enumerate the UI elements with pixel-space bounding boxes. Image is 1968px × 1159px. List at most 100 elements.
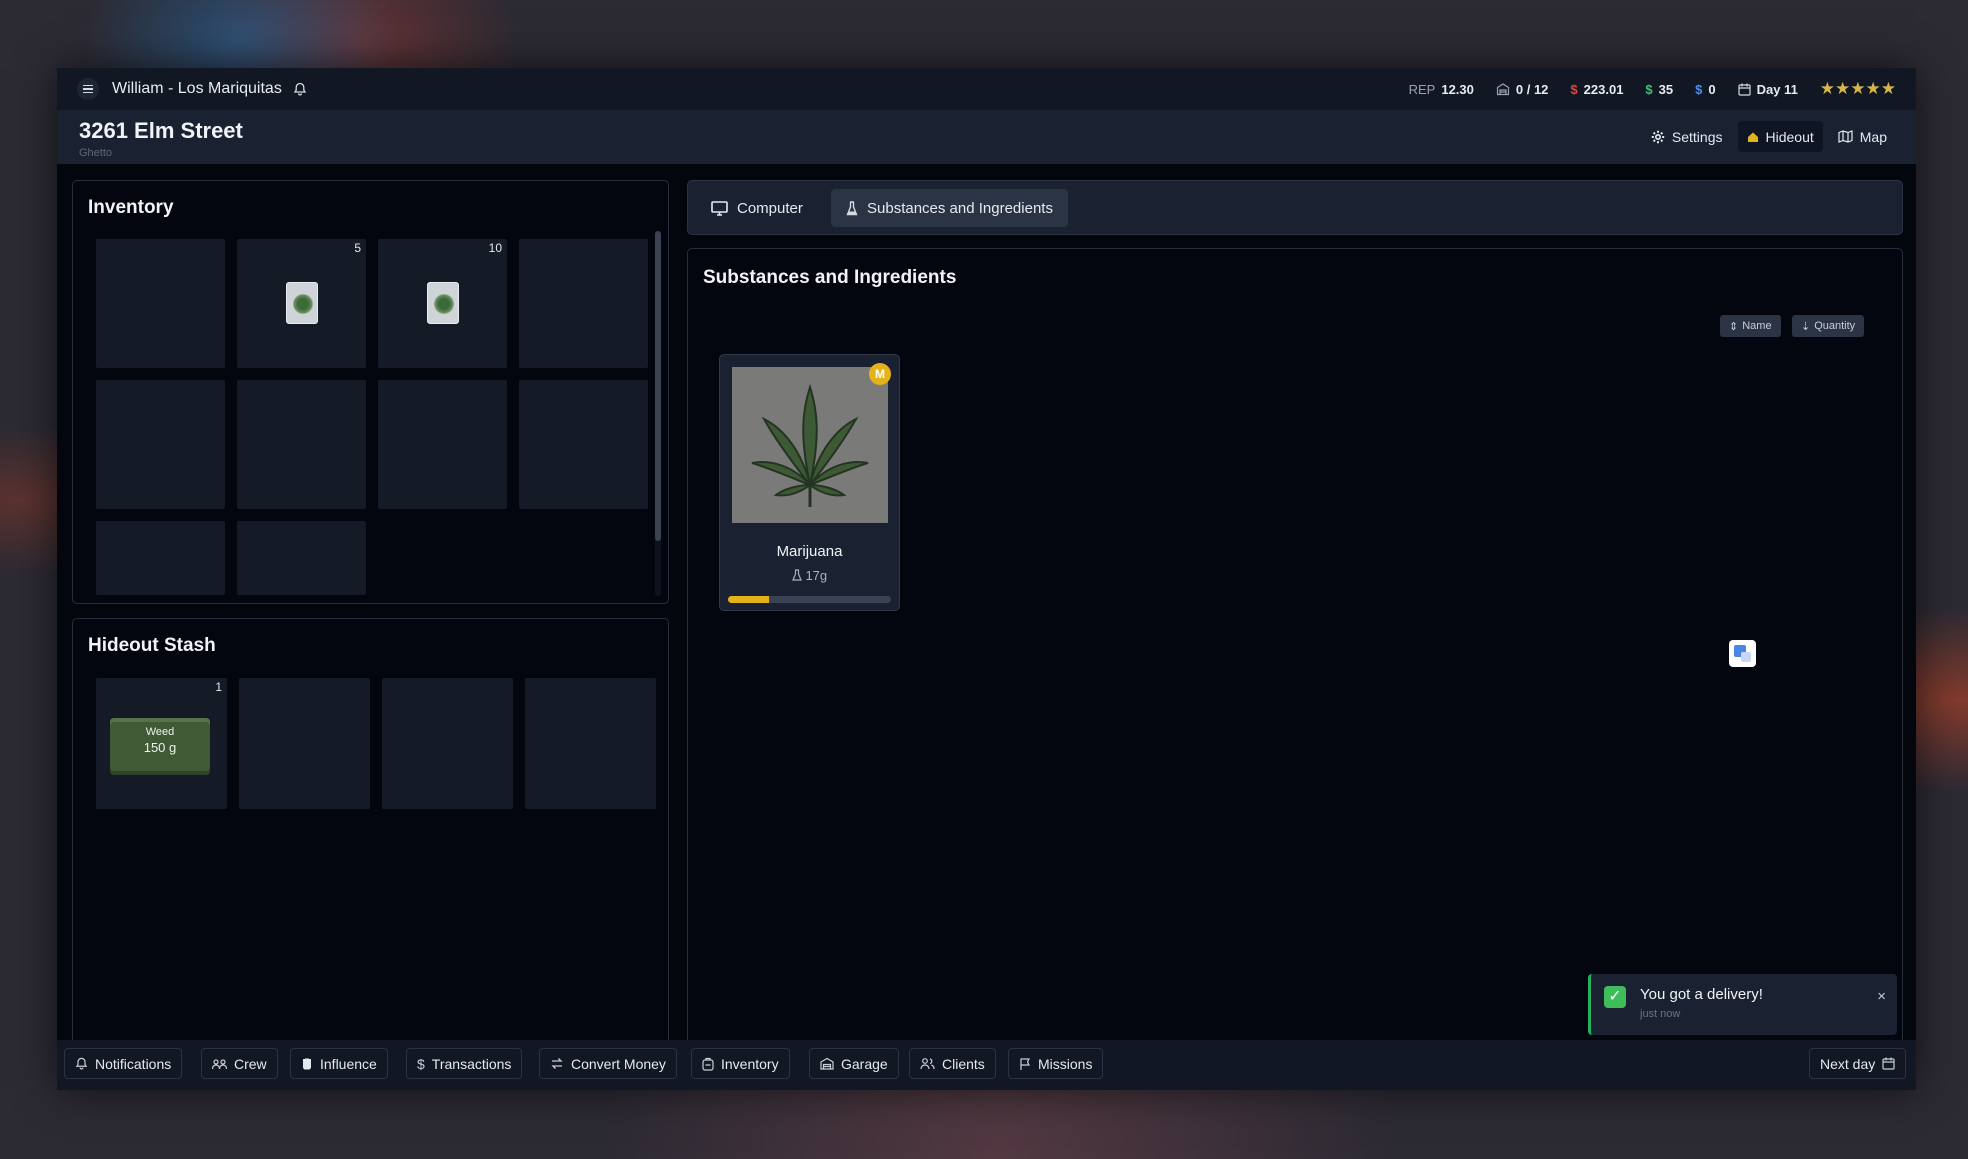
sort-quantity-button[interactable]: ⇣ Quantity — [1792, 315, 1865, 337]
calendar-icon — [1882, 1057, 1895, 1070]
notifications-button[interactable]: Notifications — [64, 1048, 183, 1079]
transactions-button[interactable]: $ Transactions — [406, 1048, 523, 1079]
hideout-label: Hideout — [1765, 128, 1814, 145]
green-cash-value: 35 — [1658, 81, 1674, 97]
check-icon: ✓ — [1604, 986, 1626, 1008]
dollar-icon-green: $ — [1645, 81, 1653, 97]
tab-computer-label: Computer — [737, 199, 803, 217]
blue-cash-value: 0 — [1708, 81, 1716, 97]
capacity-stat: 0 / 12 — [1496, 81, 1549, 97]
stash-slot[interactable] — [525, 678, 656, 809]
dollar-icon-blue: $ — [1695, 81, 1703, 97]
flask-icon — [791, 569, 802, 581]
inventory-slot[interactable] — [96, 380, 225, 509]
toast-time: just now — [1640, 1008, 1681, 1020]
inventory-slot[interactable] — [519, 380, 648, 509]
toast-title: You got a delivery! — [1640, 986, 1763, 1003]
calendar-icon — [1737, 83, 1751, 96]
garage-icon — [820, 1057, 834, 1070]
inventory-slot[interactable] — [237, 380, 366, 509]
delivery-toast: ✓ You got a delivery! just now × — [1588, 974, 1897, 1035]
sort-icon: ⇕ — [1729, 320, 1739, 333]
sort-name-button[interactable]: ⇕ Name — [1720, 315, 1781, 337]
dollar-icon-red: $ — [1570, 81, 1578, 97]
clients-button[interactable]: Clients — [909, 1048, 996, 1079]
blue-cash-stat: $ 0 — [1695, 82, 1715, 97]
tab-substances[interactable]: Substances and Ingredients — [831, 189, 1068, 227]
weed-bag-icon — [286, 282, 318, 324]
inventory-slot[interactable]: 5 — [237, 239, 366, 368]
inventory-slot[interactable] — [519, 239, 648, 368]
sort-name-label: Name — [1742, 320, 1772, 332]
top-bar: William - Los Mariquitas REP 12.30 0 / 1… — [57, 68, 1916, 110]
map-label: Map — [1859, 128, 1887, 145]
crew-label: Crew — [234, 1055, 267, 1072]
inventory-panel: Inventory 5 10 — [72, 180, 669, 604]
fist-icon — [301, 1057, 313, 1070]
substances-panel: Substances and Ingredients ⇕ Name ⇣ Quan… — [687, 248, 1903, 1090]
slot-count: 10 — [488, 241, 502, 255]
settings-label: Settings — [1671, 128, 1723, 145]
progress-fill — [728, 596, 769, 603]
inventory-scrollbar-thumb[interactable] — [655, 231, 661, 541]
reputation-stat: REP 12.30 — [1409, 82, 1474, 97]
stats-bar: REP 12.30 0 / 12 $ 223.01 $ 35 $ 0 Day 1 — [1409, 79, 1896, 99]
location-header: 3261 Elm Street Ghetto Settings Hideout … — [57, 110, 1916, 164]
crew-button[interactable]: Crew — [201, 1048, 278, 1079]
clients-label: Clients — [942, 1055, 985, 1072]
influence-label: Influence — [320, 1055, 377, 1072]
flag-icon — [1019, 1057, 1031, 1071]
tab-computer[interactable]: Computer — [696, 189, 818, 227]
settings-button[interactable]: Settings — [1642, 121, 1732, 152]
bell-icon[interactable] — [293, 82, 307, 96]
substance-card[interactable]: M Marijuana 17g — [719, 354, 900, 611]
inventory-slot[interactable] — [96, 521, 225, 595]
game-window: William - Los Mariquitas REP 12.30 0 / 1… — [57, 68, 1916, 1090]
player-name: William - Los Mariquitas — [112, 80, 282, 97]
inventory-slot[interactable] — [378, 380, 507, 509]
crew-icon — [212, 1058, 227, 1070]
stash-slot[interactable] — [239, 678, 370, 809]
card-badge: M — [869, 363, 891, 385]
inventory-slot[interactable] — [237, 521, 366, 595]
stash-title: Hideout Stash — [88, 635, 216, 656]
inventory-slot[interactable]: 10 — [378, 239, 507, 368]
map-icon — [1838, 130, 1853, 143]
house-icon — [1747, 131, 1759, 143]
substance-quantity-value: 17g — [805, 568, 828, 583]
substance-name: Marijuana — [776, 543, 843, 560]
hideout-button[interactable]: Hideout — [1737, 121, 1823, 152]
missions-button[interactable]: Missions — [1008, 1048, 1104, 1079]
stash-slot[interactable] — [382, 678, 513, 809]
page-title: 3261 Elm Street — [79, 118, 243, 143]
gear-icon — [1651, 130, 1665, 144]
stash-slot[interactable]: 1 Weed 150 g — [96, 678, 227, 809]
next-day-button[interactable]: Next day — [1809, 1048, 1907, 1079]
inventory-slot[interactable] — [96, 239, 225, 368]
garage-button[interactable]: Garage — [809, 1048, 899, 1079]
influence-button[interactable]: Influence — [290, 1048, 388, 1079]
backpack-icon — [702, 1057, 714, 1071]
rep-value: 12.30 — [1441, 81, 1474, 97]
capacity-value: 0 / 12 — [1515, 81, 1549, 97]
convert-money-button[interactable]: Convert Money — [539, 1048, 677, 1079]
translate-icon[interactable] — [1729, 640, 1756, 667]
day-stat: Day 11 — [1737, 82, 1798, 97]
green-cash-stat: $ 35 — [1645, 82, 1673, 97]
location-nav: Settings Hideout Map — [1642, 121, 1896, 152]
inventory-title: Inventory — [88, 197, 174, 218]
map-button[interactable]: Map — [1829, 121, 1896, 152]
substance-quantity: 17g — [720, 568, 899, 583]
garage-label: Garage — [841, 1055, 888, 1072]
dirty-cash-value: 223.01 — [1583, 81, 1624, 97]
weed-bag-icon — [427, 282, 459, 324]
menu-icon[interactable] — [77, 78, 99, 100]
sort-amount-icon: ⇣ — [1801, 320, 1811, 333]
stash-item-name: Weed — [145, 726, 175, 738]
bottom-bar: Notifications Crew Influence $ Transacti… — [57, 1040, 1916, 1090]
inventory-button[interactable]: Inventory — [691, 1048, 790, 1079]
close-icon[interactable]: × — [1877, 988, 1886, 1005]
substance-progress-bar — [728, 596, 891, 603]
bell-icon — [75, 1057, 88, 1070]
slot-count: 1 — [215, 680, 222, 694]
